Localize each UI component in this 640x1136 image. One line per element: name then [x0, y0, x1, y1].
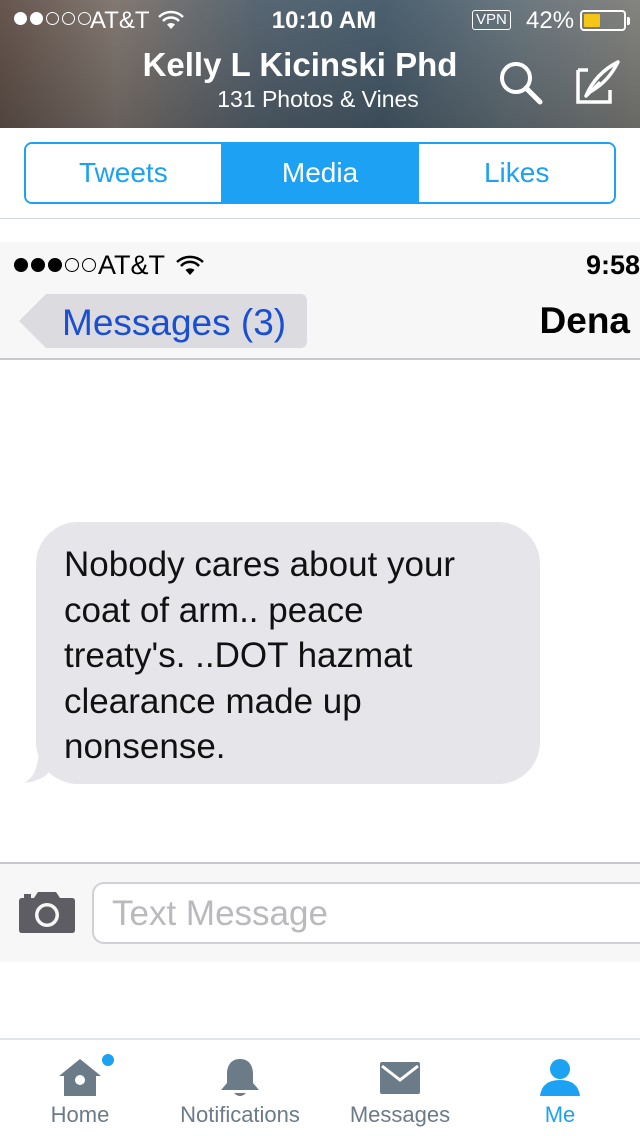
- tab-label: Likes: [483, 157, 550, 188]
- profile-header: AT&T 10:10 AM VPN 42% Kelly L Kicinski P…: [0, 0, 640, 128]
- embedded-nav-bar: AT&T 9:58 Messages (3) Dena: [0, 242, 640, 360]
- nav-label: Me: [544, 1102, 576, 1127]
- nav-notifications[interactable]: Notifications: [170, 1040, 310, 1136]
- message-text: Nobody cares about your coat of arm.. pe…: [64, 542, 516, 770]
- battery-icon: [580, 10, 630, 31]
- embedded-wifi-icon: [176, 254, 204, 281]
- message-line: Nobody cares about your: [64, 545, 456, 584]
- message-line: coat of arm.. peace: [64, 590, 364, 630]
- embedded-text-field: Text Message: [92, 882, 640, 944]
- envelope-icon: [380, 1062, 420, 1094]
- media-screenshot[interactable]: AT&T 9:58 Messages (3) Dena Nobody cares…: [0, 242, 640, 962]
- tab-likes[interactable]: Likes: [419, 144, 614, 202]
- bell-icon: [221, 1059, 259, 1096]
- embedded-carrier: AT&T: [98, 250, 165, 280]
- compose-tweet-icon[interactable]: [574, 60, 620, 111]
- tab-media[interactable]: Media: [222, 144, 420, 202]
- nav-me[interactable]: Me: [520, 1040, 600, 1136]
- profile-tabs: Tweets Media Likes: [24, 142, 616, 204]
- message-line: nonsense.: [64, 727, 226, 766]
- vpn-badge: VPN: [472, 10, 511, 30]
- camera-icon: [18, 890, 76, 939]
- embedded-status-bar: AT&T 9:58: [0, 242, 640, 286]
- message-line: clearance made up: [64, 681, 362, 721]
- status-bar: AT&T 10:10 AM VPN 42%: [0, 0, 640, 40]
- nav-label: Home: [50, 1102, 110, 1127]
- tab-label: Media: [281, 157, 359, 188]
- nav-label: Notifications: [180, 1102, 300, 1127]
- embedded-time: 9:58: [585, 250, 640, 280]
- tab-tweets[interactable]: Tweets: [26, 144, 223, 202]
- search-icon[interactable]: [498, 60, 544, 111]
- person-icon: [540, 1059, 580, 1096]
- embedded-back-button: Messages (3): [18, 293, 308, 349]
- nav-messages[interactable]: Messages: [340, 1040, 460, 1136]
- home-icon: [59, 1059, 101, 1096]
- text-field-placeholder: Text Message: [112, 894, 328, 933]
- message-bubble: Nobody cares about your coat of arm.. pe…: [36, 522, 540, 784]
- message-line: treaty's. ..DOT hazmat: [64, 636, 413, 675]
- tab-label: Tweets: [78, 157, 168, 188]
- embedded-back-label: Messages (3): [62, 302, 287, 343]
- home-notification-dot: [102, 1054, 114, 1066]
- battery-percent: 42%: [526, 7, 575, 34]
- bottom-tab-bar: Home Notifications Messages Me: [0, 1038, 640, 1136]
- embedded-input-bar: Text Message: [0, 862, 640, 962]
- embedded-contact-name: Dena: [539, 300, 630, 341]
- tabs-divider: [0, 218, 640, 219]
- embedded-signal-icon: [14, 258, 96, 272]
- nav-label: Messages: [349, 1102, 451, 1127]
- battery-fill: [584, 14, 600, 27]
